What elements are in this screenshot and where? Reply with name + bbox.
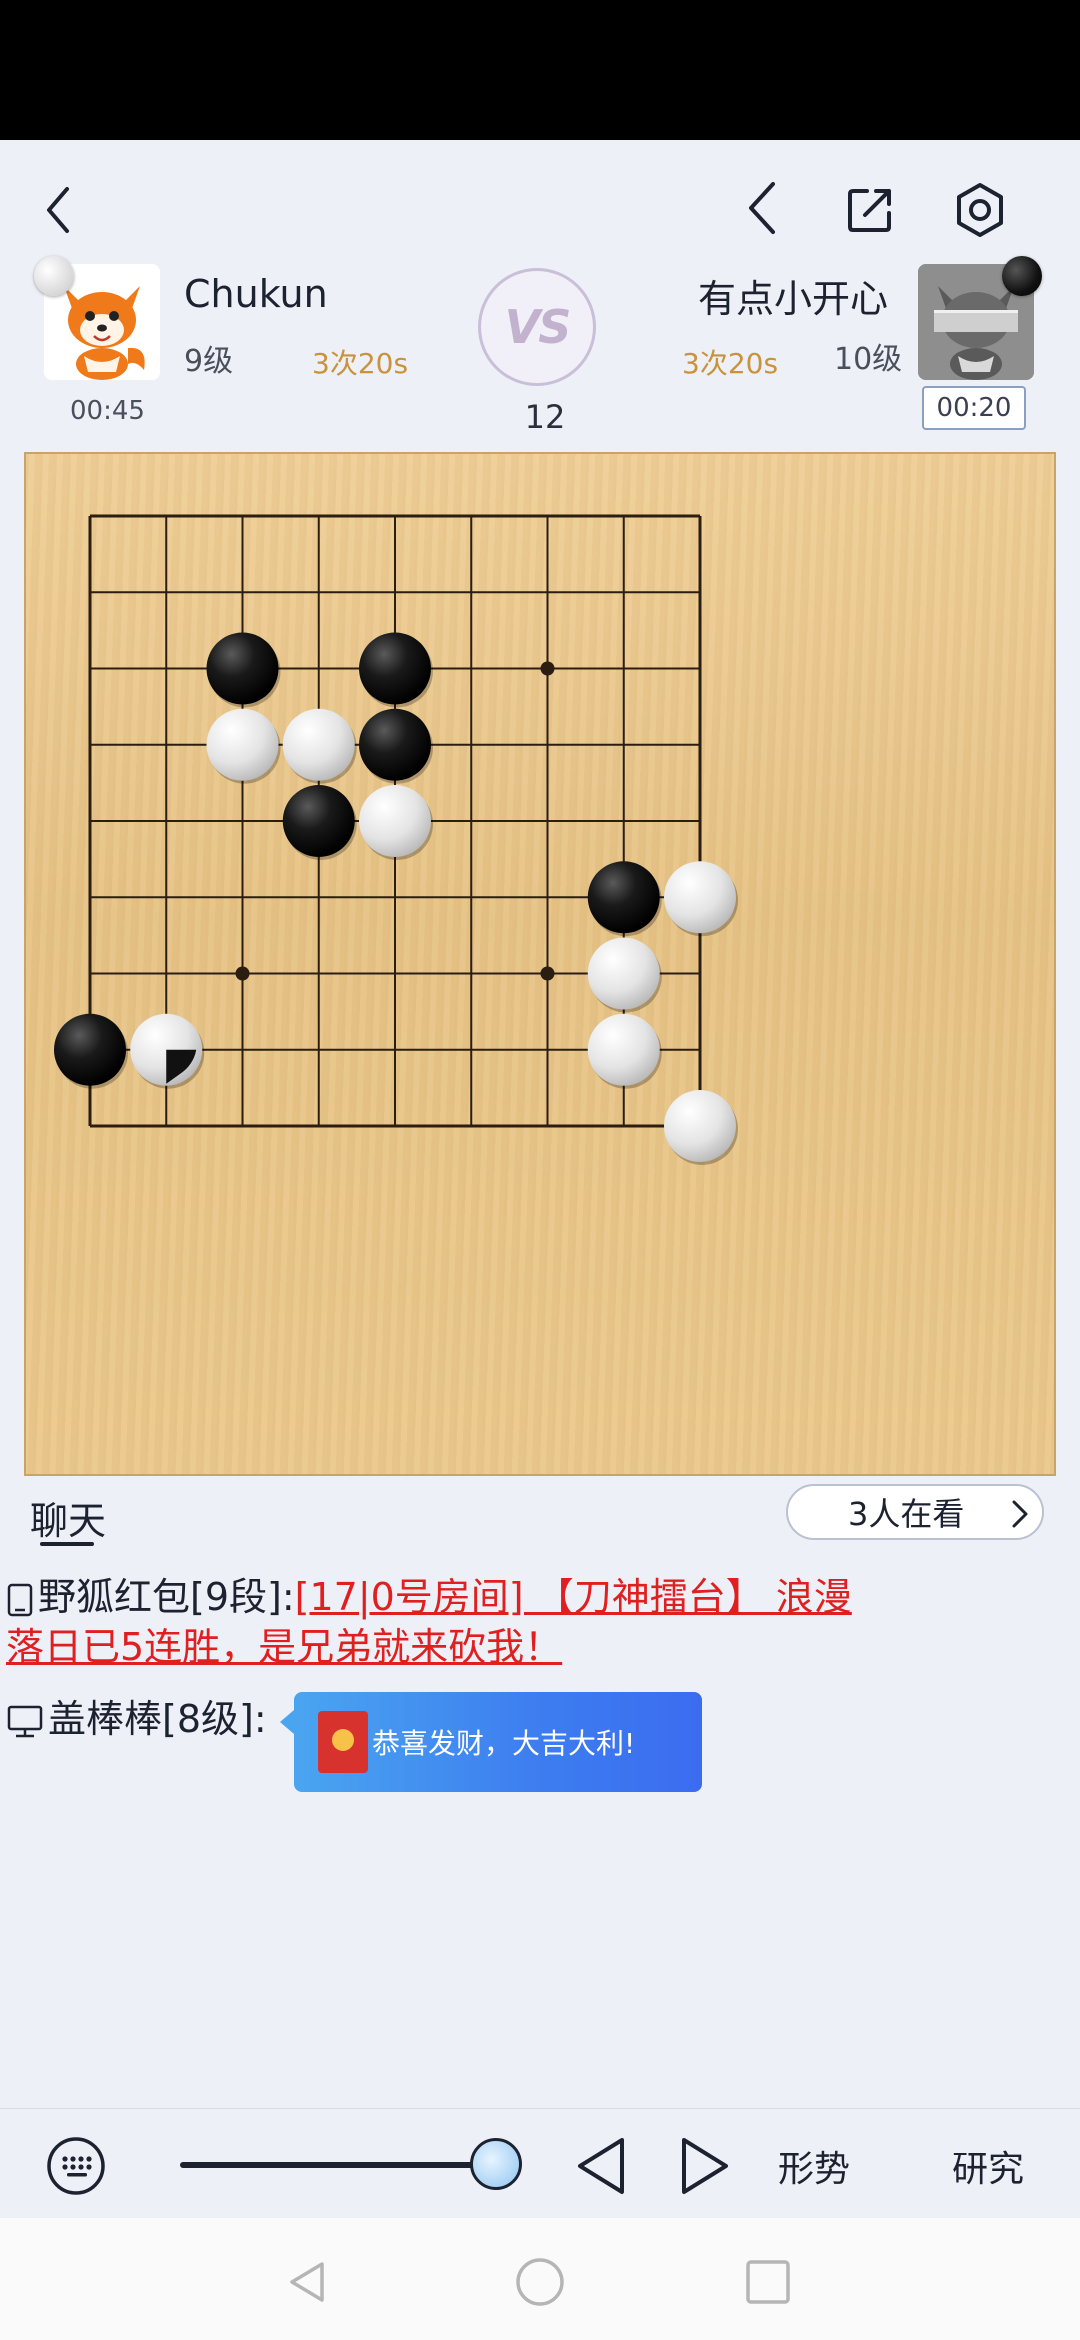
player-left-byoyomi: 3次20s [312,347,409,380]
settings-button[interactable] [950,180,1010,240]
black-stone [359,632,431,705]
player-left-clock: 00:45 [70,396,145,426]
move-slider-thumb[interactable] [470,2138,522,2190]
chevron-right-icon [1012,1500,1028,1528]
star-point [540,661,555,676]
chevron-left-icon [749,182,775,234]
player-left-name: Chukun [184,272,328,316]
chat-sender: 野狐红包[9段]: [38,1575,295,1619]
chat-message: 盖棒棒[8级]: [6,1694,267,1744]
viewers-label: 3人在看 [848,1495,965,1533]
white-stone [359,785,431,857]
move-slider-track[interactable] [180,2162,495,2168]
keyboard-button[interactable] [44,2134,108,2198]
player-left-stone-indicator [34,256,74,296]
board-grid[interactable] [26,454,1058,1478]
move-number: 12 [524,398,566,436]
keyboard-icon [47,2137,105,2195]
white-stone [587,1013,660,1086]
player-right-byoyomi: 3次20s [682,347,779,380]
player-right-rank: 10级 [834,342,903,377]
vs-badge: VS [478,268,596,386]
star-point [540,966,555,981]
back-button[interactable] [36,182,80,238]
nav-back-icon[interactable] [284,2258,332,2306]
status-bar [0,0,1080,140]
player-right-name: 有点小开心 [698,277,889,321]
share-button[interactable] [842,182,898,238]
viewers-button[interactable]: 3人在看 [786,1484,1044,1540]
desktop-device-icon [7,1705,43,1737]
white-stone [587,937,660,1010]
white-stone [664,861,736,934]
vs-label: VS [504,300,572,354]
chevron-left-icon [47,187,69,233]
previous-game-button[interactable] [740,178,784,238]
nav-recents-icon[interactable] [744,2258,792,2306]
gear-icon [957,183,1003,237]
star-point [235,966,250,981]
tab-chat-indicator [40,1542,94,1546]
chat-link-text[interactable]: [17|0号房间] 【刀神擂台】 浪漫 [295,1575,852,1619]
triangle-right-icon [682,2138,728,2194]
player-left-rank: 9级 [184,344,234,379]
research-button[interactable]: 研究 [952,2140,1024,2192]
white-stone [664,1090,736,1162]
chat-message: 野狐红包[9段]:[17|0号房间] 【刀神擂台】 浪漫落日已5连胜，是兄弟就来… [6,1572,1066,1672]
bottom-toolbar [0,2108,1080,2218]
white-stone [206,708,279,781]
red-envelope-icon [318,1711,368,1773]
player-right-clock: 00:20 [922,386,1026,430]
triangle-left-icon [578,2138,624,2194]
black-stone [54,1013,126,1086]
black-stone [587,861,660,934]
system-navigation-bar [0,2218,1080,2340]
player-right-stone-indicator [1002,256,1042,296]
go-board[interactable] [24,452,1056,1476]
share-icon [848,189,891,232]
situation-button[interactable]: 形势 [778,2140,850,2192]
white-stone [282,708,355,781]
nav-home-icon[interactable] [514,2256,566,2308]
tab-chat[interactable]: 聊天 [30,1490,106,1545]
chat-link-text-cont[interactable]: 落日已5连胜，是兄弟就来砍我！ [6,1625,562,1669]
red-packet-message[interactable]: 恭喜发财，大吉大利! [280,1692,702,1792]
black-stone [206,632,279,705]
chat-sender: 盖棒棒[8级]: [48,1697,267,1741]
red-packet-text: 恭喜发财，大吉大利! [372,1727,636,1760]
black-stone [359,708,431,781]
previous-move-button[interactable] [568,2132,632,2200]
black-stone [282,785,355,857]
mobile-device-icon [7,1583,33,1616]
next-move-button[interactable] [674,2132,738,2200]
